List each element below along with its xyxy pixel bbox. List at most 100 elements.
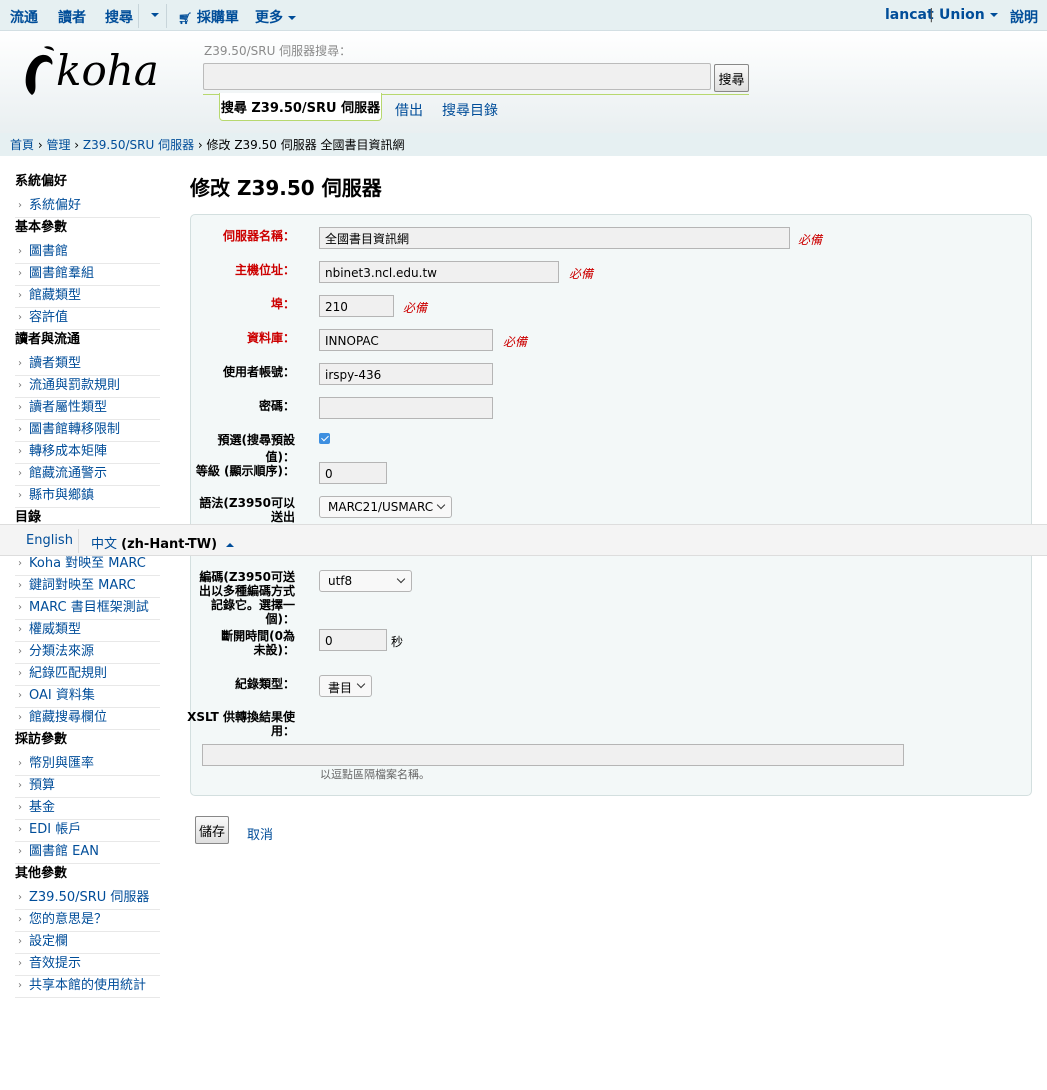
sidebar-item-label: 容許值 [29, 310, 69, 325]
koha-logo[interactable]: koha [24, 41, 174, 96]
sidebar-item-label: 紀錄匹配規則 [29, 666, 108, 681]
sidebar-item[interactable]: › 幣別與匯率 [15, 754, 160, 776]
nav-more[interactable]: 更多 [255, 7, 296, 27]
chevron-down-icon [436, 500, 446, 510]
nav-circulation[interactable]: 流通 [10, 7, 38, 27]
sidebar-item[interactable]: › 容許值 [15, 308, 160, 330]
rank-input[interactable]: 0 [319, 462, 387, 484]
sidebar-section-title: 採訪參數 [15, 732, 68, 747]
nav-help[interactable]: 說明 [1010, 7, 1038, 27]
sidebar-item[interactable]: › 圖書館轉移限制 [15, 420, 160, 442]
sidebar-item[interactable]: › 轉移成本矩陣 [15, 442, 160, 464]
chevron-up-icon [226, 542, 235, 547]
chevron-right-icon: › [18, 490, 22, 501]
sidebar-item[interactable]: › 音效提示 [15, 954, 160, 976]
sidebar-item[interactable]: › 館藏搜尋欄位 [15, 708, 160, 730]
search-input[interactable] [203, 63, 711, 90]
sidebar-item[interactable]: › MARC 書目框架測試 [15, 598, 160, 620]
host-input[interactable]: nbinet3.ncl.edu.tw [319, 261, 559, 283]
port-input[interactable]: 210 [319, 295, 394, 317]
breadcrumb-z3950[interactable]: Z39.50/SRU 伺服器 [83, 138, 194, 152]
sidebar-item[interactable]: › 讀者屬性類型 [15, 398, 160, 420]
tab-z3950-search[interactable]: 搜尋 Z39.50/SRU 伺服器 [219, 93, 382, 121]
sidebar-item-label: 權威類型 [29, 622, 82, 637]
nav-more-label: 更多 [255, 10, 283, 26]
breadcrumb-admin[interactable]: 管理 [46, 138, 70, 152]
sidebar-item[interactable]: › 您的意思是？ [15, 910, 160, 932]
sidebar-item-label: Koha 對映至 MARC [29, 556, 146, 571]
sidebar-item[interactable]: › 圖書館羣組 [15, 264, 160, 286]
sidebar-item[interactable]: › 權威類型 [15, 620, 160, 642]
language-english[interactable]: English [26, 533, 73, 548]
breadcrumb: 首頁 › 管理 › Z39.50/SRU 伺服器 › 修改 Z39.50 伺服器… [0, 133, 1047, 156]
required-tag: 必備 [798, 233, 823, 247]
nav-user[interactable]: lancat [885, 7, 934, 23]
nav-library[interactable]: Union [939, 7, 998, 23]
save-button[interactable]: 儲存 [195, 816, 229, 844]
sidebar-item[interactable]: › 讀者類型 [15, 354, 160, 376]
nav-patrons[interactable]: 讀者 [58, 7, 86, 27]
language-chinese-name: 中文 [91, 537, 118, 552]
sidebar-section-title: 基本參數 [15, 220, 68, 235]
sidebar-item[interactable]: › 紀錄匹配規則 [15, 664, 160, 686]
nav-cart-label: 採購單 [196, 10, 239, 26]
chevron-right-icon: › [18, 624, 22, 635]
sidebar-item[interactable]: › 預算 [15, 776, 160, 798]
sidebar-item[interactable]: › OAI 資料集 [15, 686, 160, 708]
sidebar-item[interactable]: › 基金 [15, 798, 160, 820]
sidebar-item[interactable]: › 館藏類型 [15, 286, 160, 308]
syntax-label: 語法(Z3950可以送出 [199, 496, 295, 524]
password-input[interactable] [319, 397, 493, 419]
language-bar: English 中文 (zh-Hant-TW) [0, 524, 1047, 556]
nav-search[interactable]: 搜尋 [105, 7, 133, 27]
sidebar-item[interactable]: › Z39.50/SRU 伺服器 [15, 888, 160, 910]
sidebar-item-label: OAI 資料集 [29, 688, 95, 703]
cancel-link[interactable]: 取消 [247, 824, 273, 843]
tab-checkout[interactable]: 借出 [395, 100, 423, 120]
sidebar-item[interactable]: › 圖書館 [15, 242, 160, 264]
nav-search-dropdown[interactable] [146, 7, 159, 23]
record-type-value: 書目 [328, 681, 353, 695]
sidebar-item[interactable]: › 共享本館的使用統計 [15, 976, 160, 998]
userid-input[interactable]: irspy-436 [319, 363, 493, 385]
xslt-label: XSLT 供轉換結果使用： [187, 710, 295, 738]
chevron-right-icon: › [18, 980, 22, 991]
record-type-select[interactable]: 書目 [319, 675, 372, 697]
sidebar-item-label: 設定欄 [29, 934, 69, 949]
sidebar-item[interactable]: › 館藏流通警示 [15, 464, 160, 486]
nav-divider [166, 4, 167, 28]
search-button[interactable]: 搜尋 [714, 64, 749, 92]
sidebar-item[interactable]: › 系統偏好 [15, 196, 160, 218]
sidebar-item[interactable]: › 縣市與鄉鎮 [15, 486, 160, 508]
sidebar-item[interactable]: › 分類法來源 [15, 642, 160, 664]
tab-catalog-search[interactable]: 搜尋目錄 [442, 100, 498, 120]
xslt-input[interactable] [202, 744, 904, 766]
chevron-right-icon: › [18, 758, 22, 769]
sidebar-item-label: 系統偏好 [29, 198, 82, 213]
sidebar-item-label: 音效提示 [29, 956, 82, 971]
server-name-input[interactable]: 全國書目資訊網 [319, 227, 790, 249]
sidebar-item[interactable]: › 流通與罰款規則 [15, 376, 160, 398]
sidebar-item[interactable]: › 圖書館 EAN [15, 842, 160, 864]
language-chinese[interactable]: 中文 (zh-Hant-TW) [91, 533, 235, 552]
syntax-select[interactable]: MARC21/USMARC [319, 496, 452, 518]
chevron-right-icon: › [18, 446, 22, 457]
breadcrumb-home[interactable]: 首頁 [10, 138, 34, 152]
sidebar-item[interactable]: › Koha 對映至 MARC [15, 554, 160, 576]
encoding-value: utf8 [328, 574, 353, 588]
chevron-right-icon: › [18, 958, 22, 969]
sidebar-item-label: 館藏類型 [29, 288, 82, 303]
sidebar-item-label: 流通與罰款規則 [29, 378, 121, 393]
sidebar-item[interactable]: › 設定欄 [15, 932, 160, 954]
timeout-input[interactable]: 0 [319, 629, 387, 651]
sidebar-item[interactable]: › 鍵詞對映至 MARC [15, 576, 160, 598]
encoding-select[interactable]: utf8 [319, 570, 412, 592]
preselected-checkbox[interactable] [319, 433, 330, 444]
sidebar-section-title: 其他參數 [15, 866, 68, 881]
server-name-label: 伺服器名稱： [222, 229, 295, 243]
timeout-label: 斷開時間(0為未設)： [221, 629, 295, 657]
chevron-right-icon: › [18, 802, 22, 813]
nav-cart[interactable]: 🛒︎ 採購單 [178, 7, 239, 27]
sidebar-item[interactable]: › EDI 帳戶 [15, 820, 160, 842]
database-input[interactable]: INNOPAC [319, 329, 493, 351]
